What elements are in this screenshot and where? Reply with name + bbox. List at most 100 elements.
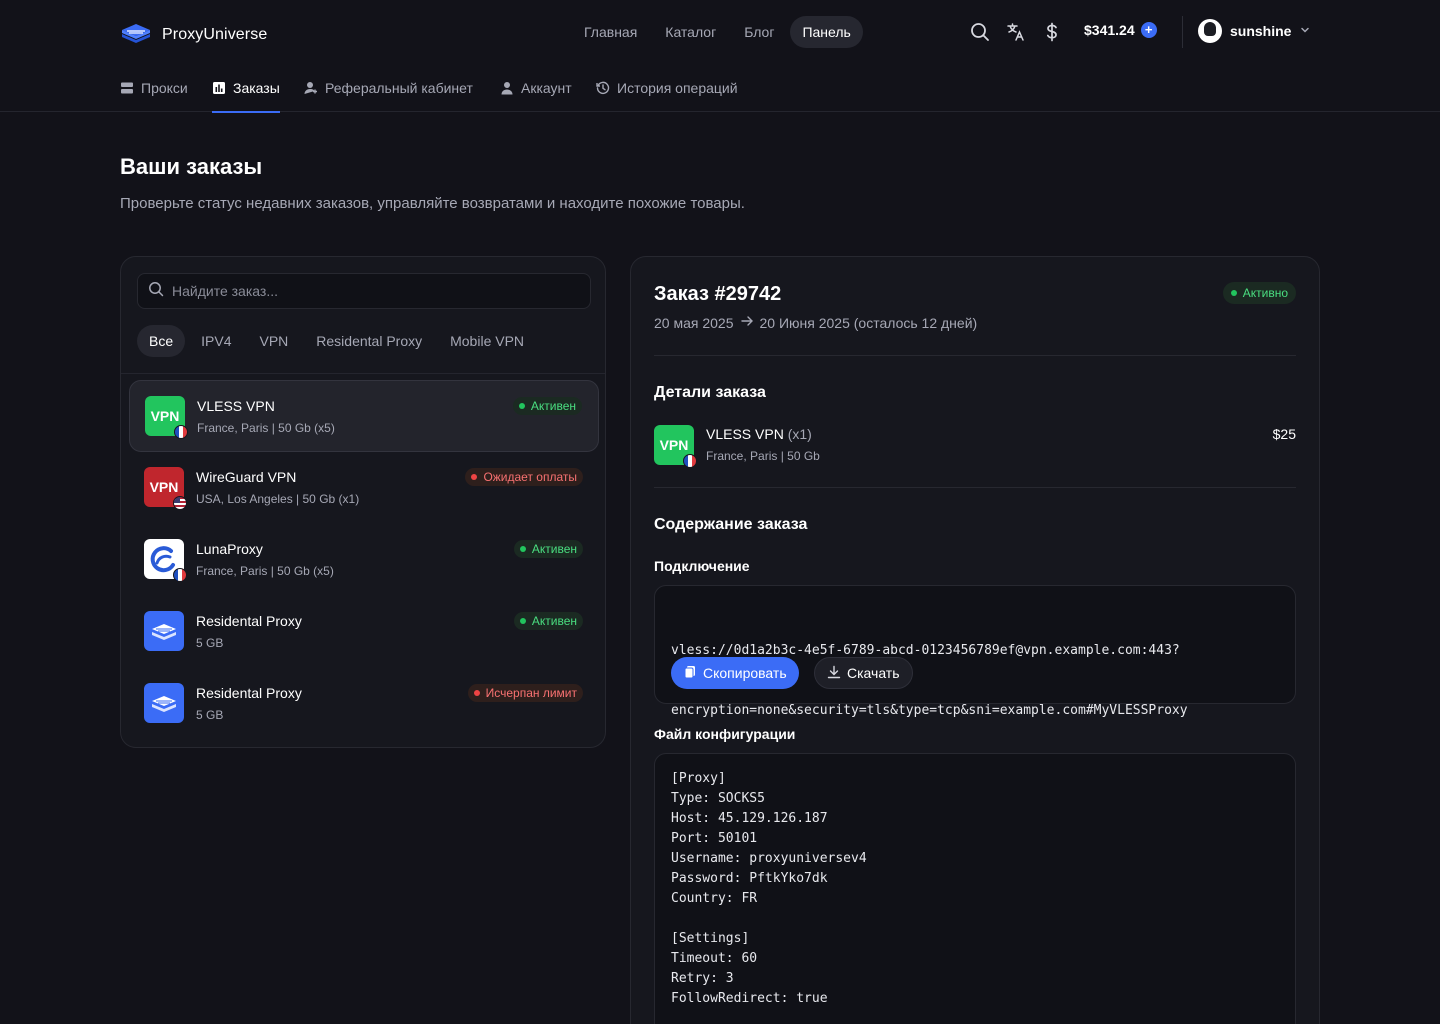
user-menu[interactable]: sunshine: [1198, 19, 1311, 43]
status-badge: Активен: [513, 612, 583, 630]
avatar: [1198, 19, 1222, 43]
filter-mobile-vpn[interactable]: Mobile VPN: [438, 325, 536, 357]
proxyuniverse-logo-icon: [144, 611, 184, 651]
details-heading: Детали заказа: [654, 384, 766, 401]
tab-proxies-label: Прокси: [141, 80, 188, 96]
tab-referral[interactable]: Реферальный кабинет: [304, 64, 473, 112]
status-badge-label: Ожидает оплаты: [483, 470, 577, 484]
server-icon: [120, 81, 134, 95]
status-badge: Ожидает оплаты: [465, 468, 583, 486]
header-divider: [1182, 16, 1183, 48]
vpn-tile-label: VPN: [659, 437, 689, 453]
config-file-label: Файл конфигурации: [654, 726, 796, 742]
order-status: Активно: [1222, 282, 1296, 304]
main-nav: Главная Каталог Блог Панель: [572, 16, 863, 48]
config-file-box: [Proxy] Type: SOCKS5 Host: 45.129.126.18…: [654, 753, 1296, 1024]
dashboard-tabs: Прокси Заказы Реферальный кабинет Аккаун…: [0, 64, 1440, 113]
dollar-icon[interactable]: [1041, 21, 1063, 43]
france-flag-icon: [173, 568, 187, 582]
order-item[interactable]: VPN WireGuard VPN USA, Los Angeles | 50 …: [129, 452, 599, 524]
order-dates: 20 мая 2025 20 Июня 2025 (осталось 12 дн…: [654, 314, 977, 331]
connection-label: Подключение: [654, 558, 750, 574]
status-badge: Активно: [1222, 282, 1296, 304]
vpn-tile-label: VPN: [149, 479, 179, 495]
vpn-green-icon: VPN: [145, 396, 188, 439]
top-up-plus-icon[interactable]: +: [1140, 22, 1157, 38]
nav-item-panel[interactable]: Панель: [790, 16, 863, 48]
copy-icon: [683, 665, 697, 682]
connection-string-line: encryption=none&security=tls&type=tcp&sn…: [671, 703, 1188, 718]
order-item-meta: 5 GB: [196, 636, 224, 650]
search-icon: [148, 281, 164, 302]
filter-vpn[interactable]: VPN: [247, 325, 300, 357]
nav-item-home[interactable]: Главная: [572, 16, 649, 48]
history-icon: [596, 81, 610, 95]
divider: [654, 487, 1296, 488]
tab-account-label: Аккаунт: [521, 80, 572, 96]
order-search[interactable]: [137, 273, 591, 309]
order-item-name: WireGuard VPN: [196, 469, 297, 485]
balance-amount: $341.24: [1084, 22, 1135, 38]
nav-item-catalog[interactable]: Каталог: [653, 16, 728, 48]
order-search-input[interactable]: [172, 283, 572, 299]
copy-button-label: Скопировать: [703, 665, 787, 681]
order-item[interactable]: VPN VLESS VPN France, Paris | 50 Gb (x5)…: [129, 380, 599, 452]
order-item-meta: USA, Los Angeles | 50 Gb (x1): [196, 492, 360, 506]
order-item[interactable]: Residental Proxy 5 GB Исчерпан лимит: [129, 668, 599, 740]
tab-orders[interactable]: Заказы: [212, 64, 280, 113]
download-button[interactable]: Скачать: [814, 657, 913, 689]
download-button-label: Скачать: [847, 665, 900, 681]
tab-account[interactable]: Аккаунт: [500, 64, 572, 112]
order-item-name: Residental Proxy: [196, 685, 302, 701]
status-badge-label: Активен: [530, 399, 576, 413]
translate-icon[interactable]: [1005, 21, 1027, 43]
username: sunshine: [1230, 23, 1292, 39]
order-item[interactable]: Residental Proxy 5 GB Активен: [129, 596, 599, 668]
product-name: VLESS VPN (x1): [706, 426, 812, 442]
vpn-red-icon: VPN: [144, 467, 187, 510]
proxyuniverse-logo-icon: [144, 683, 184, 723]
nav-item-blog[interactable]: Блог: [732, 16, 786, 48]
status-badge-label: Активно: [1242, 286, 1288, 300]
user-plus-icon: [304, 81, 318, 95]
divider: [654, 355, 1296, 356]
filter-residental-proxy[interactable]: Residental Proxy: [304, 325, 434, 357]
usa-flag-icon: [173, 496, 187, 510]
tab-history-label: История операций: [617, 80, 738, 96]
brand-logo[interactable]: ProxyUniverse: [120, 20, 267, 49]
status-badge: Активен: [513, 540, 583, 558]
connection-box: vless://0d1a2b3c-4e5f-6789-abcd-01234567…: [654, 585, 1296, 718]
order-date-to: 20 Июня 2025 (осталось 12 дней): [759, 314, 978, 331]
order-item-meta: France, Paris | 50 Gb (x5): [197, 421, 335, 435]
tab-orders-label: Заказы: [233, 80, 280, 96]
list-divider: [121, 373, 605, 374]
search-icon[interactable]: [969, 21, 991, 43]
status-badge: Исчерпан лимит: [467, 684, 583, 702]
status-badge-label: Активен: [531, 542, 577, 556]
tab-history[interactable]: История операций: [596, 64, 738, 112]
order-title: Заказ #29742: [654, 283, 782, 305]
balance-display[interactable]: $341.24 +: [1084, 22, 1157, 38]
page-title: Ваши заказы: [120, 154, 263, 179]
tab-proxies[interactable]: Прокси: [120, 64, 188, 112]
order-item-name: Residental Proxy: [196, 613, 302, 629]
status-badge-label: Исчерпан лимит: [485, 686, 577, 700]
product-qty: (x1): [787, 426, 812, 442]
vpn-green-icon: VPN: [654, 425, 697, 468]
order-date-from: 20 мая 2025: [654, 314, 734, 331]
filter-all[interactable]: Все: [137, 325, 186, 357]
tab-referral-label: Реферальный кабинет: [325, 80, 473, 96]
status-badge-label: Активен: [531, 614, 577, 628]
config-file-content[interactable]: [Proxy] Type: SOCKS5 Host: 45.129.126.18…: [671, 769, 867, 1009]
order-item-meta: 5 GB: [196, 708, 224, 722]
download-icon: [827, 665, 841, 682]
order-item[interactable]: LunaProxy France, Paris | 50 Gb (x5) Акт…: [129, 524, 599, 596]
filter-ipv4[interactable]: IPV4: [189, 325, 243, 357]
order-detail-panel: Заказ #29742 Активно 20 мая 2025 20 Июня…: [630, 256, 1320, 1024]
order-filters: Все IPV4 VPN Residental Proxy Mobile VPN: [137, 325, 536, 357]
proxyuniverse-logo-icon: [120, 20, 152, 49]
page-subtitle: Проверьте статус недавних заказов, управ…: [120, 195, 745, 212]
top-bar: ProxyUniverse Главная Каталог Блог Панел…: [0, 0, 1440, 64]
brand-name: ProxyUniverse: [162, 25, 268, 43]
copy-button[interactable]: Скопировать: [671, 657, 799, 689]
